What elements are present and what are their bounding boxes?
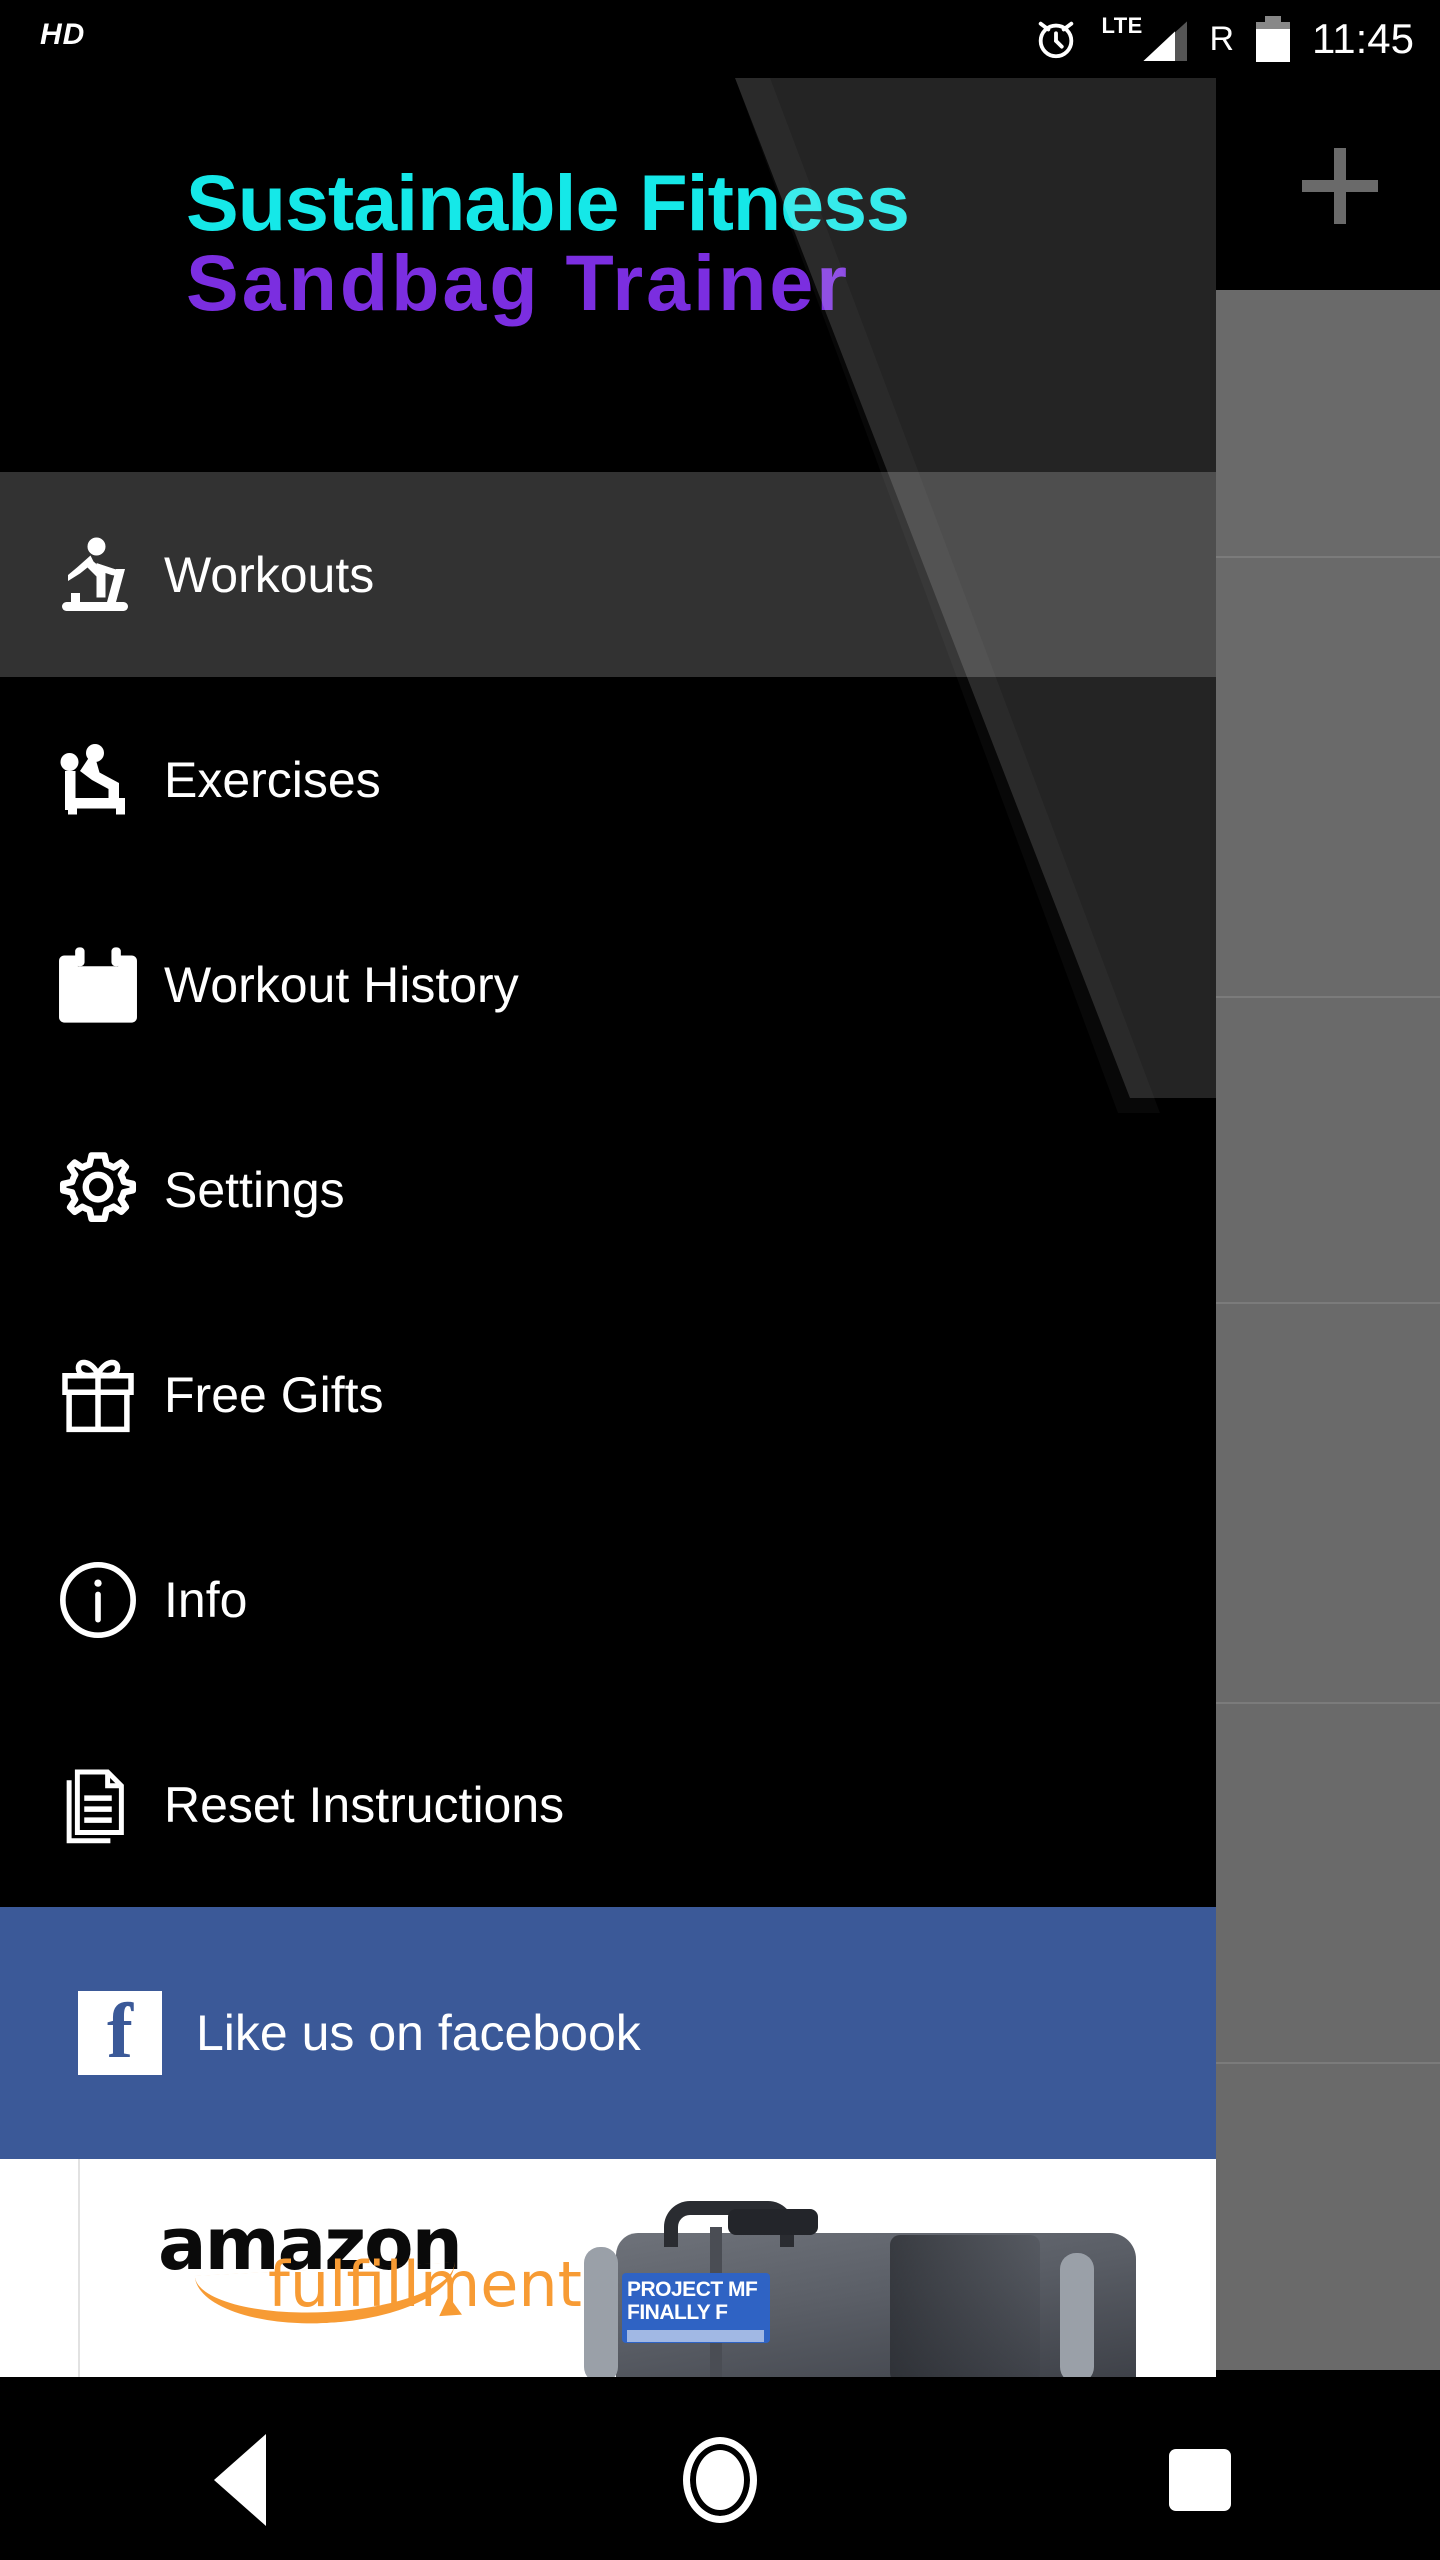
status-bar: HD LTE R 11:45 — [0, 0, 1440, 78]
amazon-ad-banner[interactable]: amazon fulfillment PROJECT MF FINALLY F — [0, 2159, 1216, 2377]
drawer-item-workouts[interactable]: Workouts — [0, 472, 1216, 677]
product-label: PROJECT MF FINALLY F — [622, 2273, 770, 2343]
drawer-item-label: Workouts — [164, 546, 375, 603]
battery-icon — [1256, 16, 1290, 62]
drawer-header: Sustainable Fitness Sandbag Trainer — [0, 78, 1216, 472]
status-icons: LTE R 11:45 — [1033, 0, 1414, 78]
facebook-banner-label: Like us on facebook — [196, 2005, 641, 2061]
recents-button[interactable] — [1110, 2400, 1290, 2560]
amazon-tagline: fulfillment — [268, 2248, 582, 2321]
drawer-item-reset-instructions[interactable]: Reset Instructions — [0, 1702, 1216, 1907]
app-brand: Sustainable Fitness Sandbag Trainer — [186, 158, 1186, 327]
drawer-item-info[interactable]: Info — [0, 1497, 1216, 1702]
brand-line-2: Sandbag Trainer — [186, 238, 851, 327]
drawer-item-exercises[interactable]: Exercises — [0, 677, 1216, 882]
drawer-item-settings[interactable]: Settings — [0, 1087, 1216, 1292]
facebook-banner[interactable]: Like us on facebook — [0, 1907, 1216, 2159]
back-button[interactable] — [150, 2400, 330, 2560]
home-button[interactable] — [630, 2400, 810, 2560]
drawer-item-label: Free Gifts — [164, 1366, 384, 1423]
roaming-indicator: R — [1209, 19, 1234, 58]
brand-line-1: Sustainable Fitness — [186, 158, 910, 247]
treadmill-runner-icon — [46, 523, 150, 627]
bench-press-icon — [46, 728, 150, 832]
lte-signal-icon: LTE — [1101, 13, 1188, 63]
product-label-line-1: PROJECT MF — [627, 2278, 758, 2301]
alarm-clock-icon — [1033, 16, 1079, 62]
sandbag-product-photo: PROJECT MF FINALLY F — [560, 2187, 1216, 2377]
drawer-item-free-gifts[interactable]: Free Gifts — [0, 1292, 1216, 1497]
calendar-icon — [46, 933, 150, 1037]
gift-icon — [46, 1343, 150, 1447]
android-navigation-bar — [0, 2400, 1440, 2560]
drawer-item-label: Workout History — [164, 956, 519, 1013]
drawer-item-label: Info — [164, 1571, 248, 1628]
network-type-label: LTE — [1101, 13, 1143, 38]
drawer-menu: Workouts Exercises Workout History Setti… — [0, 472, 1216, 1907]
drawer-item-label: Exercises — [164, 751, 381, 808]
info-circle-icon — [46, 1548, 150, 1652]
plus-icon[interactable] — [1302, 148, 1378, 224]
ad-divider — [78, 2159, 80, 2377]
hd-badge: HD — [40, 18, 86, 51]
product-label-line-2: FINALLY F — [627, 2301, 728, 2324]
phone-screen: Sustainable Fitness Sandbag Trainer Work — [0, 0, 1440, 2560]
drawer-item-workout-history[interactable]: Workout History — [0, 882, 1216, 1087]
documents-icon — [46, 1753, 150, 1857]
navigation-drawer: Sustainable Fitness Sandbag Trainer Work — [0, 78, 1216, 2400]
status-time: 11:45 — [1312, 15, 1414, 62]
drawer-item-label: Settings — [164, 1161, 345, 1218]
facebook-logo-icon — [78, 1991, 162, 2075]
gear-icon — [46, 1138, 150, 1242]
drawer-item-label: Reset Instructions — [164, 1776, 565, 1833]
